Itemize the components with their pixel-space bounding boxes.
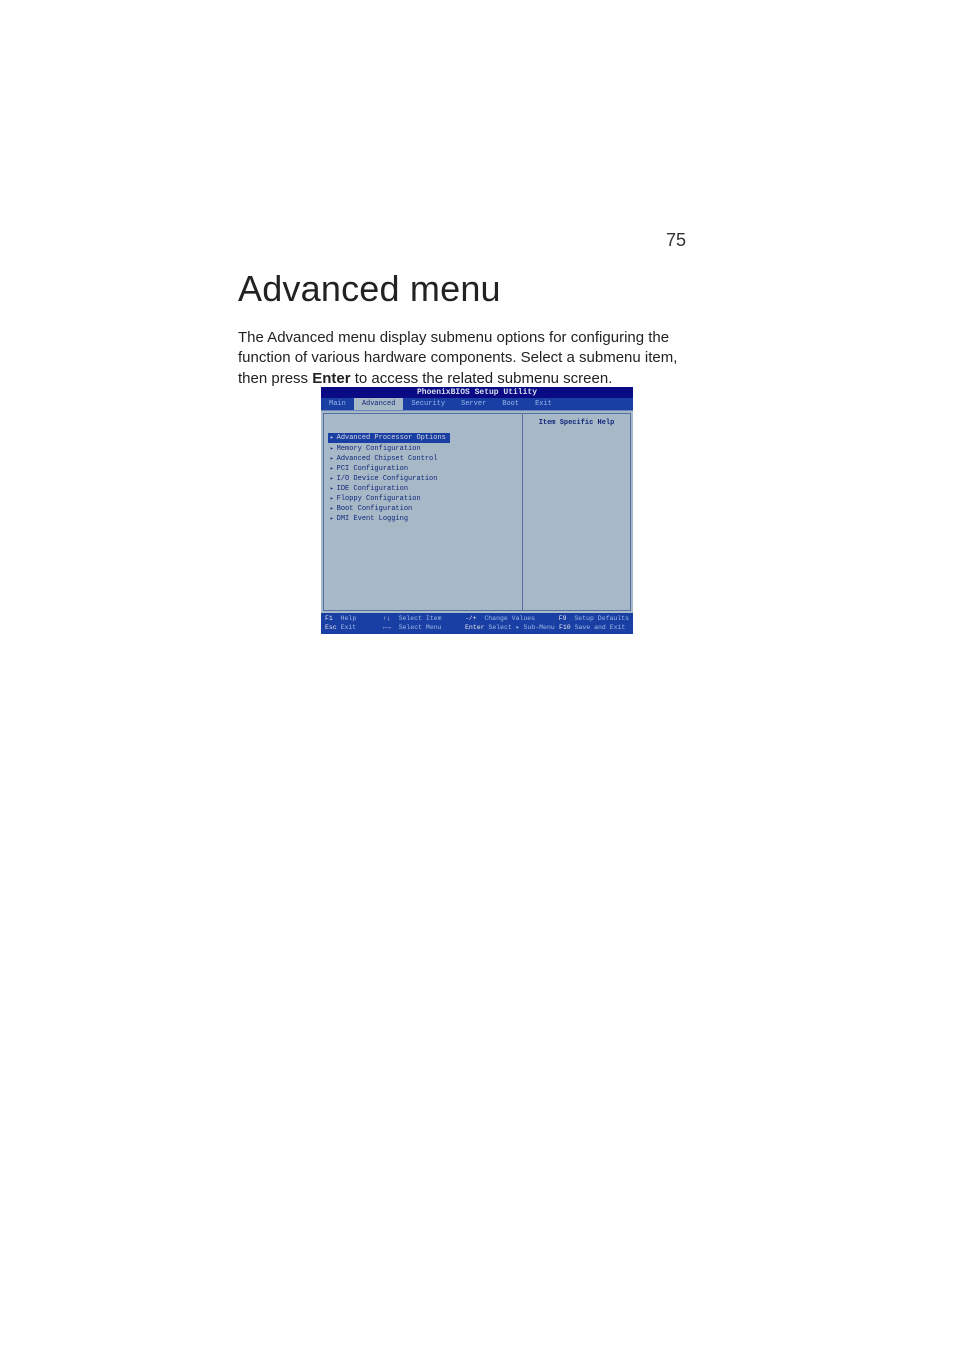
bios-tab-main[interactable]: Main — [321, 398, 354, 410]
label-save-exit: Save and Exit — [575, 623, 626, 632]
triangle-icon: ▸ — [330, 505, 334, 512]
label-change-values: Change Values — [484, 614, 535, 623]
key-plusminus: -/+ — [465, 614, 477, 623]
bios-tab-security[interactable]: Security — [403, 398, 453, 410]
bios-item-label: IDE Configuration — [337, 485, 408, 493]
bios-footer: F1 Help ↑↓ Select Item -/+ Change Values… — [321, 613, 633, 634]
label-select-submenu: Select ▸ Sub-Menu — [488, 623, 554, 632]
paragraph-bold-enter: Enter — [312, 370, 350, 387]
bios-menu-pane: ▸Advanced Processor Options ▸Memory Conf… — [323, 413, 523, 611]
bios-item-floppy-config[interactable]: ▸Floppy Configuration — [328, 494, 518, 504]
label-select-menu: Select Menu — [399, 623, 442, 632]
label-select-item: Select Item — [399, 614, 442, 623]
bios-help-title: Item Specific Help — [527, 418, 626, 428]
triangle-icon: ▸ — [330, 434, 334, 441]
key-f10: F10 — [559, 623, 571, 632]
key-updown: ↑↓ — [383, 614, 391, 623]
bios-help-pane: Item Specific Help — [523, 413, 631, 611]
bios-title-bar: PhoenixBIOS Setup Utility — [321, 387, 633, 398]
key-f1: F1 — [325, 614, 333, 623]
bios-item-pci-config[interactable]: ▸PCI Configuration — [328, 464, 518, 474]
label-setup-defaults: Setup Defaults — [574, 614, 629, 623]
bios-item-advanced-processor[interactable]: ▸Advanced Processor Options — [328, 433, 450, 443]
bios-item-label: PCI Configuration — [337, 465, 408, 473]
key-esc: Esc — [325, 623, 337, 632]
bios-item-memory-config[interactable]: ▸Memory Configuration — [328, 444, 518, 454]
bios-item-io-device-config[interactable]: ▸I/O Device Configuration — [328, 474, 518, 484]
triangle-icon: ▸ — [330, 465, 334, 472]
triangle-icon: ▸ — [330, 475, 334, 482]
bios-item-label: Memory Configuration — [337, 445, 421, 453]
bios-item-label: Floppy Configuration — [337, 495, 421, 503]
content-block: Advanced menu The Advanced menu display … — [238, 268, 698, 389]
triangle-icon: ▸ — [330, 445, 334, 452]
label-exit: Exit — [341, 623, 357, 632]
triangle-icon: ▸ — [330, 495, 334, 502]
bios-tab-exit[interactable]: Exit — [527, 398, 560, 410]
bios-item-chipset-control[interactable]: ▸Advanced Chipset Control — [328, 454, 518, 464]
page-title: Advanced menu — [238, 268, 698, 310]
triangle-icon: ▸ — [330, 515, 334, 522]
bios-tab-boot[interactable]: Boot — [494, 398, 527, 410]
bios-tab-server[interactable]: Server — [453, 398, 494, 410]
bios-screenshot: PhoenixBIOS Setup Utility Main Advanced … — [321, 387, 633, 634]
bios-tab-bar: Main Advanced Security Server Boot Exit — [321, 398, 633, 410]
bios-tab-advanced[interactable]: Advanced — [354, 398, 404, 410]
triangle-icon: ▸ — [330, 455, 334, 462]
page-number: 75 — [666, 230, 686, 251]
bios-item-label: Advanced Processor Options — [337, 434, 446, 442]
bios-item-label: I/O Device Configuration — [337, 475, 438, 483]
bios-item-boot-config[interactable]: ▸Boot Configuration — [328, 504, 518, 514]
label-help: Help — [341, 614, 357, 623]
key-f9: F9 — [559, 614, 567, 623]
paragraph-post: to access the related submenu screen. — [351, 370, 613, 387]
triangle-icon: ▸ — [330, 485, 334, 492]
bios-item-label: DMI Event Logging — [337, 515, 408, 523]
bios-item-dmi-event-logging[interactable]: ▸DMI Event Logging — [328, 514, 518, 524]
key-leftright: ←→ — [383, 623, 391, 632]
key-enter: Enter — [465, 623, 485, 632]
bios-item-label: Boot Configuration — [337, 505, 413, 513]
intro-paragraph: The Advanced menu display submenu option… — [238, 328, 698, 389]
bios-body: ▸Advanced Processor Options ▸Memory Conf… — [321, 410, 633, 613]
bios-item-label: Advanced Chipset Control — [337, 455, 438, 463]
bios-item-ide-config[interactable]: ▸IDE Configuration — [328, 484, 518, 494]
